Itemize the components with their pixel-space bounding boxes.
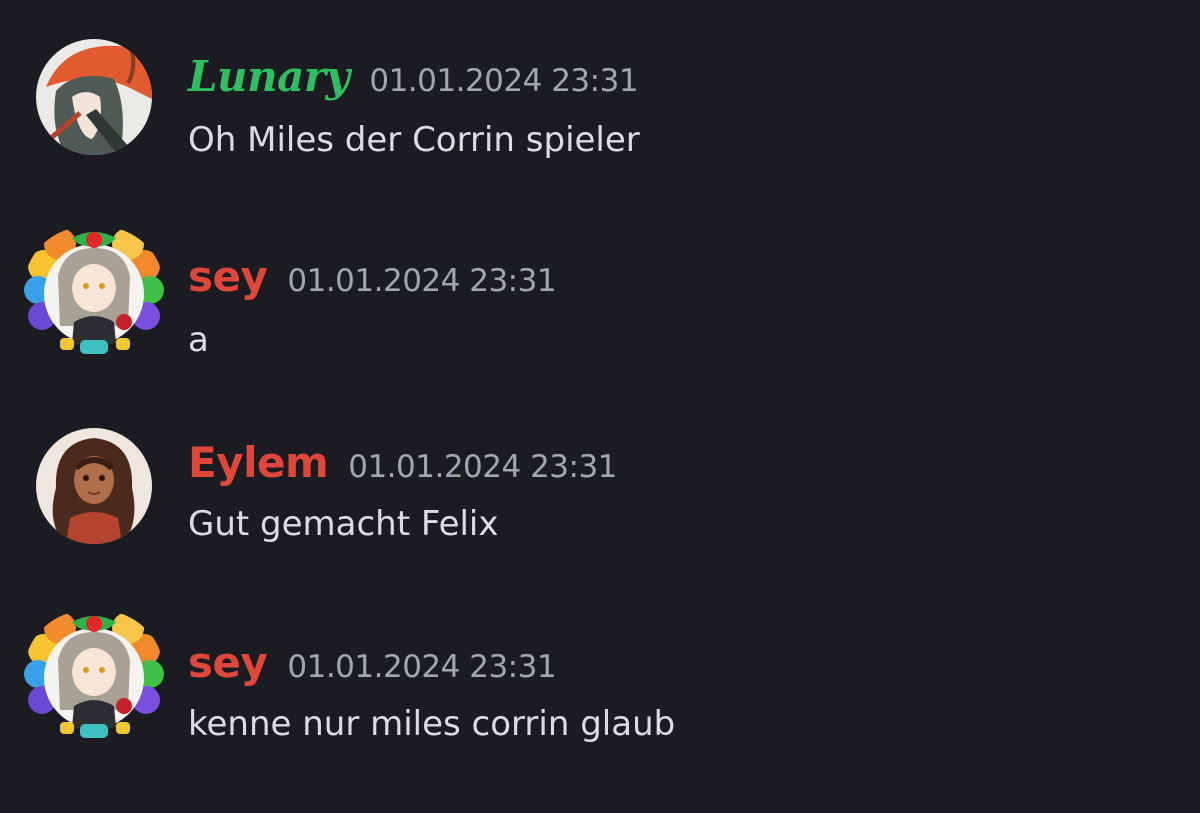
timestamp: 01.01.2024 23:31 bbox=[287, 649, 557, 685]
message-header: sey 01.01.2024 23:31 bbox=[188, 638, 557, 687]
message-header: Eylem 01.01.2024 23:31 bbox=[188, 438, 617, 487]
username[interactable]: sey bbox=[188, 638, 268, 687]
timestamp: 01.01.2024 23:31 bbox=[348, 449, 617, 485]
user-avatar-sey[interactable] bbox=[24, 610, 164, 746]
message-text: Gut gemacht Felix bbox=[188, 504, 499, 544]
user-avatar-eylem[interactable] bbox=[36, 428, 152, 544]
anime-girl-rainbow-frame-avatar-icon bbox=[24, 226, 164, 360]
anime-girl-curly-hair-avatar-icon bbox=[36, 428, 152, 544]
chat-message: sey 01.01.2024 23:31 kenne nur miles corr… bbox=[0, 0, 1200, 746]
username[interactable]: Eylem bbox=[188, 438, 329, 487]
username[interactable]: sey bbox=[188, 252, 268, 301]
user-avatar-sey[interactable] bbox=[24, 226, 164, 360]
chat-message-list: Lunary 01.01.2024 23:31 Oh Miles der Corr… bbox=[0, 0, 1200, 813]
message-text: a bbox=[188, 320, 209, 360]
timestamp: 01.01.2024 23:31 bbox=[287, 263, 557, 299]
anime-girl-rainbow-frame-avatar-icon bbox=[24, 610, 164, 746]
message-header: sey 01.01.2024 23:31 bbox=[188, 252, 557, 301]
message-text: kenne nur miles corrin glaub bbox=[188, 704, 676, 744]
